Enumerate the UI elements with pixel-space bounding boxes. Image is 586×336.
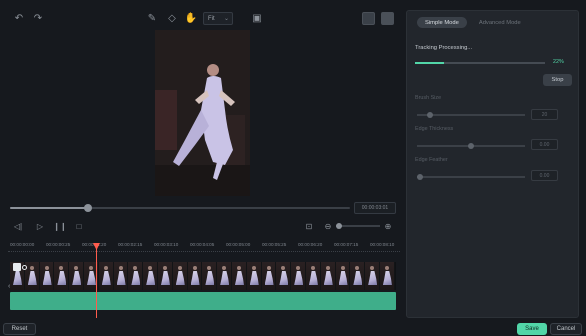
playback-progress-bar[interactable] [10, 204, 350, 212]
edge-thickness-slider[interactable] [417, 143, 525, 149]
chevron-down-icon: ⌄ [223, 16, 229, 22]
video-filmstrip[interactable] [10, 262, 396, 290]
playback-progress-handle[interactable] [84, 204, 92, 212]
chevron-left-icon[interactable]: ‹ [8, 283, 10, 290]
edge-feather-slider[interactable] [417, 174, 525, 180]
filmstrip-frame [217, 262, 232, 290]
ruler-tick-label: 00:00:04:05 [190, 242, 215, 247]
mode-tabs: Simple Mode Advanced Mode [417, 17, 529, 29]
edge-feather-handle[interactable] [417, 174, 423, 180]
filmstrip-frame [291, 262, 306, 290]
filmstrip-frame [54, 262, 70, 290]
edge-thickness-input[interactable]: 0.00 [531, 139, 558, 150]
zoom-in-icon[interactable]: ⊕ [382, 220, 394, 232]
filmstrip-frame [246, 262, 262, 290]
brush-size-label: Brush Size [415, 95, 442, 101]
play-icon[interactable]: ▷ [34, 220, 46, 232]
redo-icon[interactable]: ↷ [31, 11, 45, 25]
filmstrip-frame [276, 262, 292, 290]
filmstrip-frame [365, 262, 380, 290]
reset-button[interactable]: Reset [3, 323, 36, 335]
zoom-fit-value: Fit [208, 15, 215, 22]
zoom-fit-select[interactable]: Fit ⌄ [203, 12, 233, 25]
stop-icon[interactable]: □ [73, 220, 85, 232]
playhead-line[interactable] [96, 244, 97, 318]
filmstrip-frame [335, 262, 351, 290]
eraser-icon[interactable]: ◇ [165, 11, 179, 25]
ruler-tick-label: 00:00:05:25 [262, 242, 287, 247]
filmstrip-frame [69, 262, 84, 290]
brush-size-input[interactable]: 20 [531, 109, 558, 120]
filmstrip-frame [320, 262, 336, 290]
ruler-tick-label: 00:00:06:20 [298, 242, 323, 247]
ruler-baseline [8, 251, 400, 252]
filmstrip-frame [202, 262, 218, 290]
filmstrip-frame [128, 262, 144, 290]
top-toolbar: ↶ ↷ ✎ ◇ ✋ Fit ⌄ ▣ [0, 8, 400, 30]
undo-icon[interactable]: ↶ [12, 11, 26, 25]
tracking-status-label: Tracking Processing... [415, 45, 473, 51]
tab-advanced-mode[interactable]: Advanced Mode [471, 17, 529, 28]
filmstrip-frame [143, 262, 158, 290]
brush-size-handle[interactable] [427, 112, 433, 118]
timeline-zoom-slider[interactable] [336, 223, 380, 229]
keyframe-icon[interactable] [13, 263, 21, 271]
video-subject-image [155, 30, 250, 196]
video-frame[interactable] [155, 30, 250, 196]
filmstrip-frame [39, 262, 55, 290]
hand-tool-icon[interactable]: ✋ [184, 11, 198, 25]
crop-icon[interactable]: ▣ [250, 11, 264, 25]
tracking-progress-percent: 22% [553, 59, 564, 65]
compare-view-icon[interactable] [381, 12, 394, 25]
playback-progress-fill [10, 207, 88, 209]
tab-simple-mode[interactable]: Simple Mode [417, 17, 467, 28]
filmstrip-frame [231, 262, 247, 290]
filmstrip-frame [379, 262, 395, 290]
ruler-tick-label: 00:00:00:25 [46, 242, 71, 247]
mask-track-clip[interactable] [10, 292, 396, 310]
edge-feather-label: Edge Feather [415, 157, 448, 163]
tracking-progress-bar [415, 62, 545, 64]
ruler-tick-label: 00:00:07:15 [334, 242, 359, 247]
mask-settings-panel: Simple Mode Advanced Mode Tracking Proce… [406, 10, 579, 318]
zoom-out-icon[interactable]: ⊖ [322, 220, 334, 232]
edge-feather-input[interactable]: 0.00 [531, 170, 558, 181]
mask-tracking-window: ↶ ↷ ✎ ◇ ✋ Fit ⌄ ▣ 00:00:03:01 ◁| ▷ ❙❙ □ … [0, 0, 586, 336]
ruler-tick-label: 00:00:02:15 [118, 242, 143, 247]
cancel-button[interactable]: Cancel [550, 323, 582, 335]
pause-icon[interactable]: ❙❙ [53, 220, 66, 232]
tracking-progress-fill [415, 62, 444, 64]
save-button[interactable]: Save [517, 323, 547, 335]
edge-thickness-handle[interactable] [468, 143, 474, 149]
edge-thickness-label: Edge Thickness [415, 126, 454, 132]
previous-frame-icon[interactable]: ◁| [12, 220, 24, 232]
filmstrip-frame [24, 262, 40, 290]
mask-view-icon[interactable] [362, 12, 375, 25]
filmstrip-frame [261, 262, 277, 290]
fit-timeline-icon[interactable]: ⊡ [303, 220, 315, 232]
timecode-display: 00:00:03:01 [354, 202, 396, 214]
mask-indicator-icon [22, 265, 27, 270]
preview-area [0, 30, 400, 196]
filmstrip-frame [350, 262, 366, 290]
ruler-tick-label: 00:00:08:10 [370, 242, 395, 247]
ruler-tick-label: 00:00:00:00 [10, 242, 35, 247]
ruler-tick-label: 00:00:05:00 [226, 242, 251, 247]
filmstrip-frame [157, 262, 173, 290]
filmstrip-frame [305, 262, 321, 290]
ruler-tick-label: 00:00:03:10 [154, 242, 179, 247]
pen-tool-icon[interactable]: ✎ [145, 11, 159, 25]
timeline-ruler[interactable]: 00:00:00:00 00:00:00:25 00:00:01:20 00:0… [8, 242, 400, 256]
timeline-zoom-handle[interactable] [336, 223, 342, 229]
filmstrip-frame [98, 262, 114, 290]
brush-size-slider[interactable] [417, 112, 525, 118]
filmstrip-frame [172, 262, 188, 290]
stop-tracking-button[interactable]: Stop [543, 74, 572, 86]
filmstrip-frame [113, 262, 129, 290]
filmstrip-frame [187, 262, 203, 290]
